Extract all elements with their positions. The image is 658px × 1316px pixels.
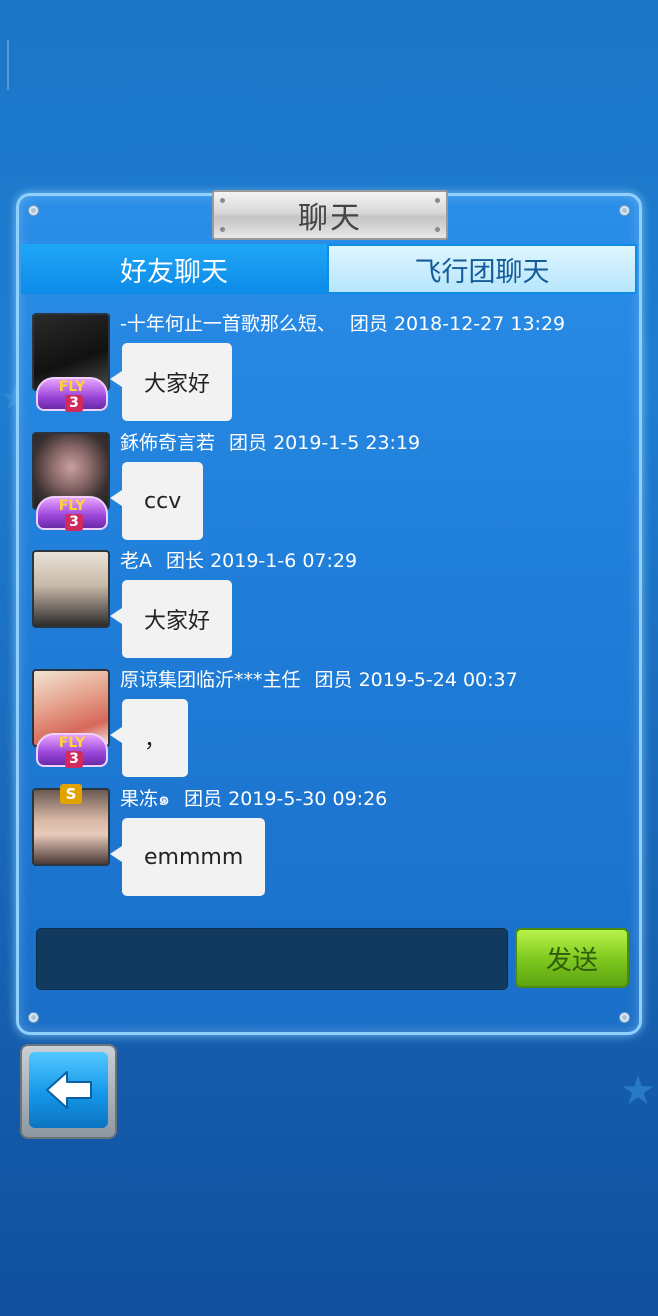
rivet (619, 205, 630, 216)
message-meta: 老A 团长 2019-1-6 07:29 (120, 546, 357, 573)
fly-level-badge: FLY 3 (36, 377, 108, 412)
message-time: 2019-5-30 09:26 (228, 788, 388, 810)
sender-role: 团员 (229, 432, 268, 454)
rivet (28, 1012, 39, 1023)
message-text: 大家好 (144, 372, 211, 397)
avatar[interactable] (32, 550, 110, 628)
rivet (619, 1012, 630, 1023)
message-time: 2019-5-24 00:37 (358, 669, 518, 691)
rivet (28, 205, 39, 216)
message-text: ccv (144, 488, 182, 514)
sender-role: 团员 (314, 669, 353, 691)
message-bubble: ccv (109, 462, 204, 540)
badge-text: FLY (58, 498, 86, 514)
back-button-face (29, 1052, 108, 1128)
message-text: ， (144, 728, 167, 753)
message-meta: 果冻๑ 团员 2019-5-30 09:26 (120, 784, 387, 814)
sender-name: -十年何止一首歌那么短、 (120, 313, 336, 335)
sender-name: 鉌佈奇言若 (120, 432, 216, 454)
chat-message: FLY 3 鉌佈奇言若 团员 2019-1-5 23:19 ccv (32, 432, 612, 544)
message-bubble: emmmm (109, 818, 266, 896)
sender-name: 老A (120, 550, 152, 572)
sender-name: 果冻๑ (120, 788, 171, 810)
chat-message: 老A 团长 2019-1-6 07:29 大家好 (32, 550, 612, 662)
message-bubble: 大家好 (109, 580, 233, 658)
badge-level: 3 (65, 395, 83, 412)
status-indicator (7, 40, 9, 90)
message-meta: 鉌佈奇言若 团员 2019-1-5 23:19 (120, 428, 420, 455)
arrow-left-icon (46, 1071, 92, 1109)
sender-name: 原谅集团临沂***主任 (120, 669, 301, 691)
fly-level-badge: FLY 3 (36, 496, 108, 531)
tab-label: 飞行团聊天 (414, 256, 550, 288)
sender-role: 团员 (349, 313, 388, 335)
fly-level-badge: FLY 3 (36, 733, 108, 768)
tab-bar: 好友聊天 飞行团聊天 (21, 244, 637, 294)
tab-label: 好友聊天 (120, 256, 228, 288)
chat-message: FLY 3 -十年何止一首歌那么短、 团员 2018-12-27 13:29 大家… (32, 313, 612, 425)
message-time: 2018-12-27 13:29 (393, 313, 566, 335)
send-button-label: 发送 (545, 945, 598, 976)
sender-role: 团员 (184, 788, 223, 810)
badge-level: 3 (65, 751, 83, 768)
rank-badge: S (60, 784, 82, 804)
back-button[interactable] (20, 1044, 117, 1139)
page-title-text: 聊天 (298, 201, 362, 236)
chat-message: S 果冻๑ 团员 2019-5-30 09:26 emmmm (32, 784, 612, 900)
message-meta: -十年何止一首歌那么短、 团员 2018-12-27 13:29 (120, 309, 565, 336)
message-text: 大家好 (144, 609, 211, 634)
chat-message: FLY 3 原谅集团临沂***主任 团员 2019-5-24 00:37 ， (32, 669, 612, 781)
message-time: 2019-1-6 07:29 (210, 550, 358, 572)
chat-input[interactable] (36, 928, 508, 990)
tab-friends-chat[interactable]: 好友聊天 (21, 244, 327, 294)
tab-group-chat[interactable]: 飞行团聊天 (327, 244, 637, 294)
message-time: 2019-1-5 23:19 (273, 432, 421, 454)
message-meta: 原谅集团临沂***主任 团员 2019-5-24 00:37 (120, 665, 518, 692)
page-title: 聊天 (212, 190, 448, 240)
send-button[interactable]: 发送 (515, 928, 629, 988)
badge-text: FLY (58, 735, 86, 751)
badge-text: FLY (58, 379, 86, 395)
sender-role: 团长 (166, 550, 205, 572)
message-bubble: ， (109, 699, 189, 777)
badge-level: 3 (65, 514, 83, 531)
star-decoration: ★ (620, 1068, 656, 1114)
message-text: emmmm (144, 844, 244, 870)
message-bubble: 大家好 (109, 343, 233, 421)
